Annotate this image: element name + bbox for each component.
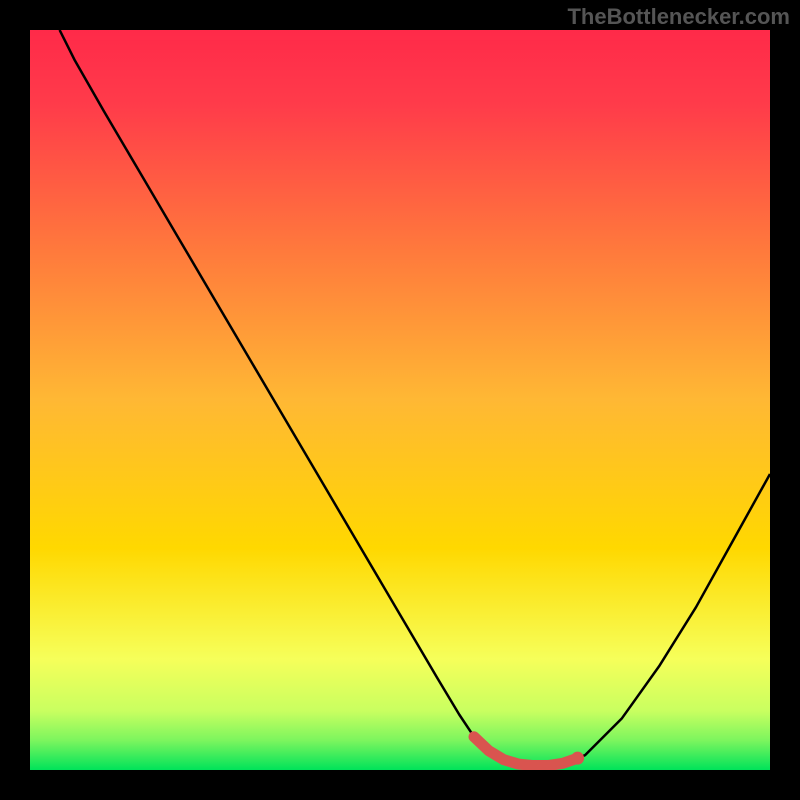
optimal-end-dot [571,752,584,765]
chart-plot-area [30,30,770,770]
watermark-text: TheBottlenecker.com [567,4,790,30]
chart-background [30,30,770,770]
chart-svg [30,30,770,770]
